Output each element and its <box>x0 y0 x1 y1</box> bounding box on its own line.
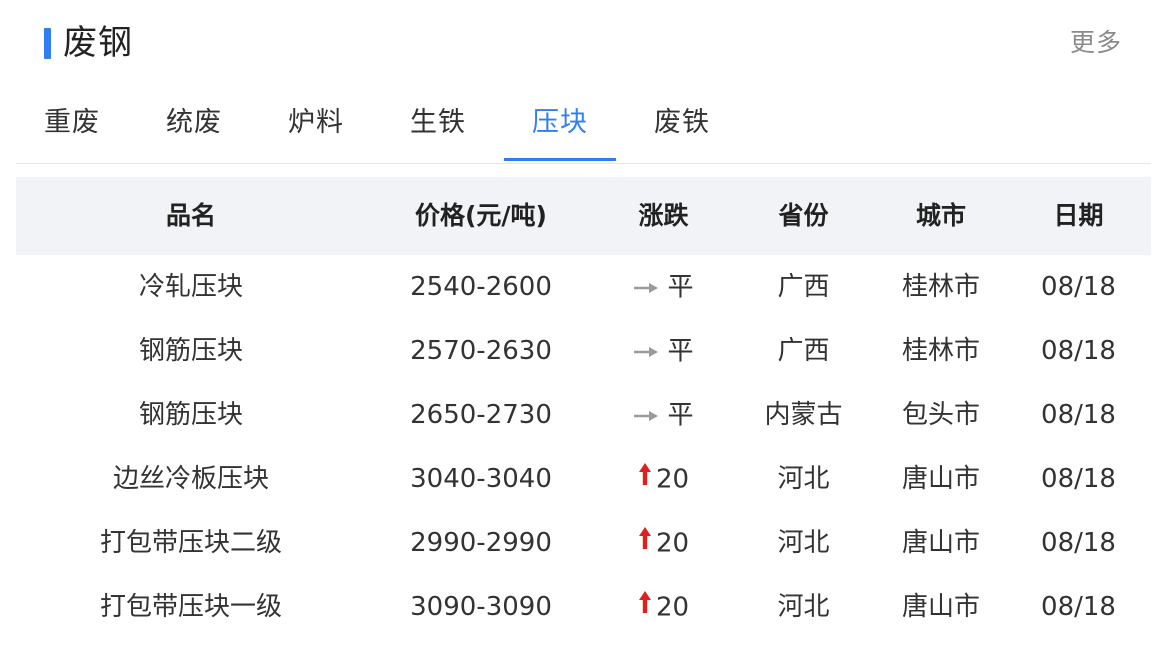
tab-briquette[interactable]: 压块 <box>504 88 616 161</box>
cell-province: 广西 <box>777 336 830 366</box>
cell-city: 桂林市 <box>901 336 980 366</box>
table-row: 钢筋压块 2650-2730 平 内蒙古 包头市 08/18 <box>16 383 1151 447</box>
column-header-city: 城市 <box>915 201 966 230</box>
cell-change: 20 <box>596 575 731 639</box>
cell-province: 河北 <box>777 592 830 622</box>
more-link[interactable]: 更多 <box>1070 26 1122 60</box>
cell-name: 钢筋压块 <box>138 336 243 366</box>
cell-city: 桂林市 <box>901 272 980 302</box>
tab-scrap-iron[interactable]: 废铁 <box>626 88 738 160</box>
cell-city: 唐山市 <box>901 464 980 494</box>
cell-change: 20 <box>596 511 731 575</box>
scrap-steel-panel: 废钢 更多 重废 统废 炉料 生铁 压块 废铁 品名 价格(元/吨) 涨跌 省份… <box>0 0 1172 660</box>
cell-province: 河北 <box>777 528 830 558</box>
cell-name: 边丝冷板压块 <box>112 464 269 494</box>
cell-name: 打包带压块一级 <box>99 592 282 622</box>
arrow-right-icon <box>633 254 659 318</box>
price-table: 品名 价格(元/吨) 涨跌 省份 城市 日期 冷轧压块 2540-2600 平广西桂… <box>16 177 1151 639</box>
cell-name: 打包带压块二级 <box>99 528 282 558</box>
table-row: 打包带压块二级 2990-2990 20 河北 唐山市 08/18 <box>16 511 1151 575</box>
cell-name: 冷轧压块 <box>138 272 243 302</box>
change-value: 20 <box>655 592 690 623</box>
cell-city: 包头市 <box>901 400 980 430</box>
change-value: 20 <box>655 464 690 495</box>
change-value: 平 <box>667 272 694 303</box>
cell-province: 内蒙古 <box>764 400 843 430</box>
column-header-name: 品名 <box>165 201 216 230</box>
cell-price: 2540-2600 <box>410 272 552 302</box>
arrow-up-icon <box>638 446 652 510</box>
table-row: 冷轧压块 2540-2600 平 广西 桂林市 08/18 <box>16 255 1151 319</box>
title-accent-bar <box>44 28 51 59</box>
tab-general-scrap[interactable]: 统废 <box>138 88 250 160</box>
arrow-up-icon <box>638 574 652 638</box>
table-body: 冷轧压块 2540-2600 平广西 桂林市 08/18 钢筋压块 2570-2630 平广西… <box>16 255 1151 639</box>
change-value: 平 <box>667 400 694 431</box>
cell-price: 3090-3090 <box>410 592 552 622</box>
column-header-province: 省份 <box>778 201 829 230</box>
change-value: 20 <box>655 528 690 559</box>
cell-date: 08/18 <box>1041 272 1116 302</box>
tab-furnace-charge[interactable]: 炉料 <box>260 88 372 160</box>
cell-city: 唐山市 <box>901 592 980 622</box>
cell-change: 20 <box>596 447 731 511</box>
panel-header: 废钢 更多 <box>0 0 1172 88</box>
panel-title: 废钢 <box>63 23 133 63</box>
table-row: 边丝冷板压块 3040-3040 20 河北 唐山市 08/18 <box>16 447 1151 511</box>
column-header-date: 日期 <box>1053 201 1104 230</box>
table-row: 打包带压块一级 3090-3090 20 河北 唐山市 08/18 <box>16 575 1151 639</box>
cell-change: 平 <box>596 319 731 383</box>
cell-change: 平 <box>596 255 731 319</box>
cell-province: 河北 <box>777 464 830 494</box>
cell-price: 3040-3040 <box>410 464 552 494</box>
arrow-right-icon <box>633 318 659 382</box>
cell-province: 广西 <box>777 272 830 302</box>
tab-pig-iron[interactable]: 生铁 <box>382 88 494 160</box>
category-tabs: 重废 统废 炉料 生铁 压块 废铁 <box>16 88 1151 164</box>
cell-city: 唐山市 <box>901 528 980 558</box>
column-header-price: 价格(元/吨) <box>415 201 547 230</box>
arrow-up-icon <box>638 510 652 574</box>
cell-date: 08/18 <box>1041 336 1116 366</box>
cell-date: 08/18 <box>1041 464 1116 494</box>
change-value: 平 <box>667 336 694 367</box>
cell-price: 2570-2630 <box>410 336 552 366</box>
cell-name: 钢筋压块 <box>138 400 243 430</box>
cell-price: 2990-2990 <box>410 528 552 558</box>
cell-change: 平 <box>596 383 731 447</box>
cell-date: 08/18 <box>1041 528 1116 558</box>
tab-heavy-scrap[interactable]: 重废 <box>16 88 128 160</box>
arrow-right-icon <box>633 382 659 446</box>
cell-date: 08/18 <box>1041 592 1116 622</box>
cell-date: 08/18 <box>1041 400 1116 430</box>
column-header-change: 涨跌 <box>638 201 689 230</box>
cell-price: 2650-2730 <box>410 400 552 430</box>
table-header: 品名 价格(元/吨) 涨跌 省份 城市 日期 <box>16 177 1151 255</box>
table-row: 钢筋压块 2570-2630 平 广西 桂林市 08/18 <box>16 319 1151 383</box>
